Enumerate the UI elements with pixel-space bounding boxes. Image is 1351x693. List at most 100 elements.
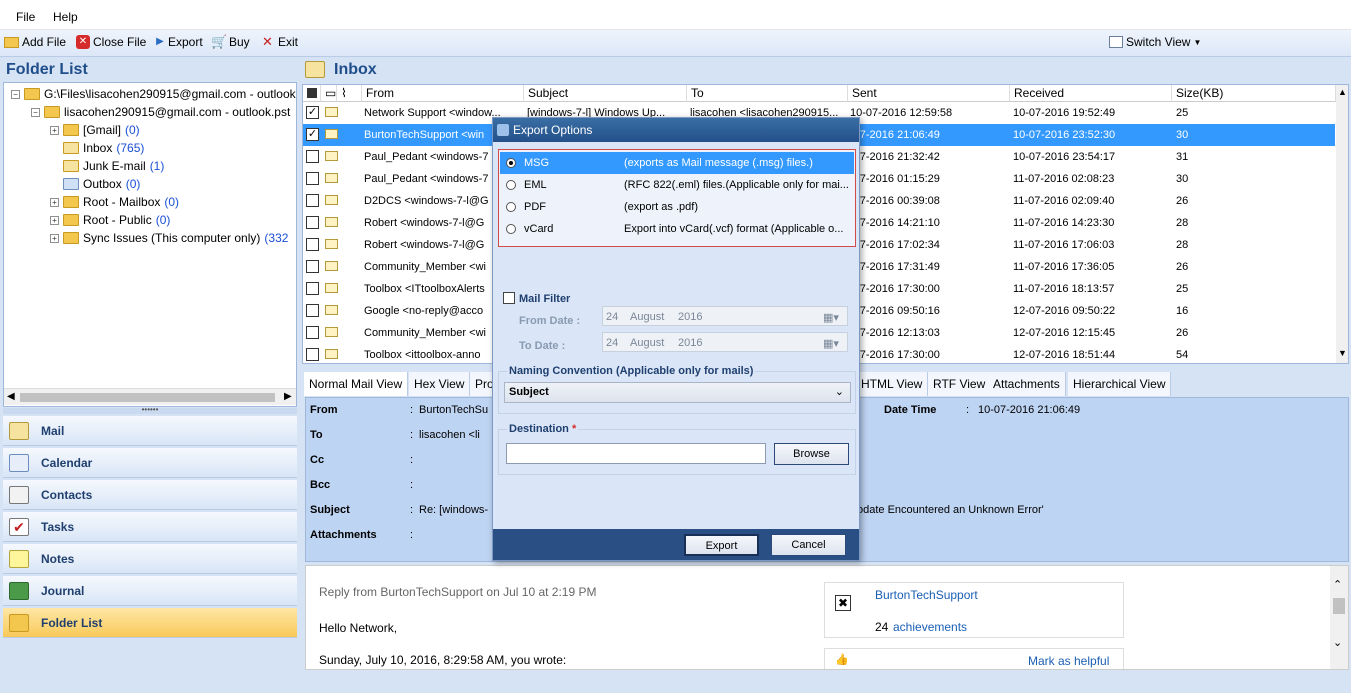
row-checkbox[interactable]	[306, 150, 319, 163]
tab-hierarchical-view[interactable]: Hierarchical View	[1068, 372, 1172, 396]
expand-icon[interactable]: +	[50, 233, 59, 243]
scroll-down-icon[interactable]: ⌄	[1333, 636, 1342, 649]
column-subject[interactable]: Subject	[524, 85, 687, 102]
collapse-icon[interactable]: −	[31, 107, 40, 117]
radio-button[interactable]	[506, 224, 516, 234]
helpful-bar: 👍 Mark as helpful	[824, 648, 1124, 669]
column-size[interactable]: Size(KB)	[1172, 85, 1336, 102]
checkbox-icon[interactable]	[307, 88, 317, 98]
author-link[interactable]: BurtonTechSupport	[875, 588, 978, 602]
export-dialog-button[interactable]: Export	[684, 534, 759, 556]
row-checkbox[interactable]	[306, 282, 319, 295]
row-checkbox[interactable]: ✓	[306, 106, 319, 119]
scroll-thumb[interactable]	[20, 393, 275, 402]
nav-mail[interactable]: Mail	[3, 416, 297, 446]
browse-button[interactable]: Browse	[774, 443, 849, 465]
menu-help[interactable]: Help	[53, 10, 78, 24]
tree-horizontal-scrollbar[interactable]: ◀ ▶	[4, 388, 296, 405]
achievements-link[interactable]: achievements	[893, 620, 967, 634]
tab-rtf-view[interactable]: RTF View	[928, 372, 992, 396]
row-checkbox[interactable]	[306, 238, 319, 251]
tree-item-junk[interactable]: Junk E-mail (1)	[63, 157, 164, 175]
preview-scrollbar[interactable]: ⌃ ⌄	[1330, 566, 1348, 669]
switch-view-button[interactable]: Switch View ▼	[1109, 35, 1201, 49]
format-option-msg[interactable]: MSG (exports as Mail message (.msg) file…	[500, 152, 854, 174]
tab-html-view[interactable]: HTML View	[856, 372, 929, 396]
thumbs-up-icon[interactable]: 👍	[835, 653, 849, 666]
chevron-down-icon[interactable]: ⌄	[835, 383, 844, 402]
expand-icon[interactable]: +	[50, 125, 59, 135]
nav-notes[interactable]: Notes	[3, 544, 297, 574]
from-date-picker[interactable]: 24 August 2016 ▦▾	[602, 306, 848, 326]
scroll-thumb[interactable]	[1333, 598, 1345, 614]
expand-icon[interactable]: +	[50, 215, 59, 225]
select-all-header[interactable]	[303, 85, 321, 102]
scroll-up-icon[interactable]: ▲	[1338, 87, 1347, 97]
calendar-dropdown-icon[interactable]: ▦▾	[823, 337, 839, 350]
attachment-header[interactable]: ⌇	[337, 85, 362, 102]
message-list-scrollbar[interactable]: ▲ ▼	[1336, 85, 1348, 363]
add-file-button[interactable]: Add File	[4, 35, 66, 49]
to-date-picker[interactable]: 24 August 2016 ▦▾	[602, 332, 848, 352]
column-from[interactable]: From	[362, 85, 524, 102]
envelope-icon	[325, 327, 338, 337]
format-option-vcard[interactable]: vCard Export into vCard(.vcf) format (Ap…	[500, 218, 854, 240]
export-button[interactable]: ▶ Export	[155, 35, 203, 49]
cell-sent: -07-2016 17:02:34	[850, 239, 940, 251]
row-checkbox[interactable]	[306, 260, 319, 273]
tree-account[interactable]: − lisacohen290915@gmail.com - outlook.ps…	[31, 103, 290, 121]
tree-item-outbox[interactable]: Outbox (0)	[63, 175, 140, 193]
tree-item-root-mailbox[interactable]: + Root - Mailbox (0)	[50, 193, 179, 211]
cancel-button[interactable]: Cancel	[771, 534, 846, 556]
tab-normal-mail-view[interactable]: Normal Mail View	[304, 372, 409, 396]
colon: :	[410, 529, 414, 541]
tasks-icon: ✔	[9, 517, 29, 536]
nav-calendar[interactable]: Calendar	[3, 448, 297, 478]
row-checkbox[interactable]: ✓	[306, 128, 319, 141]
nav-journal[interactable]: Journal	[3, 576, 297, 606]
row-checkbox[interactable]	[306, 216, 319, 229]
scroll-left-icon[interactable]: ◀	[7, 391, 15, 402]
format-option-pdf[interactable]: PDF (export as .pdf)	[500, 196, 854, 218]
mail-filter-checkbox[interactable]	[503, 292, 515, 304]
calendar-dropdown-icon[interactable]: ▦▾	[823, 311, 839, 324]
radio-button[interactable]	[506, 158, 516, 168]
tree-item-inbox[interactable]: Inbox (765)	[63, 139, 144, 157]
radio-button[interactable]	[506, 180, 516, 190]
tab-attachments[interactable]: Attachments	[988, 372, 1066, 396]
column-received[interactable]: Received	[1010, 85, 1172, 102]
tree-item-sync-issues[interactable]: + Sync Issues (This computer only) (332	[50, 229, 288, 247]
tree-item-gmail[interactable]: + [Gmail] (0)	[50, 121, 140, 139]
row-checkbox[interactable]	[306, 194, 319, 207]
exit-button[interactable]: ✕ Exit	[260, 35, 298, 50]
nav-folder-list[interactable]: Folder List	[3, 608, 297, 638]
column-to[interactable]: To	[687, 85, 848, 102]
scroll-right-icon[interactable]: ▶	[284, 391, 292, 402]
mark-helpful-link[interactable]: Mark as helpful	[1028, 654, 1109, 668]
type-header[interactable]: ▭	[321, 85, 337, 102]
row-checkbox[interactable]	[306, 326, 319, 339]
radio-button[interactable]	[506, 202, 516, 212]
tree-root[interactable]: − G:\Files\lisacohen290915@gmail.com - o…	[11, 85, 296, 103]
naming-convention-select[interactable]: Subject ⌄	[504, 382, 851, 403]
row-checkbox[interactable]	[306, 304, 319, 317]
scroll-down-icon[interactable]: ▼	[1338, 348, 1347, 358]
buy-button[interactable]: 🛒 Buy	[211, 35, 250, 50]
destination-input[interactable]	[506, 443, 766, 464]
tree-item-root-public[interactable]: + Root - Public (0)	[50, 211, 170, 229]
menu-file[interactable]: File	[16, 10, 35, 24]
row-checkbox[interactable]	[306, 348, 319, 361]
column-sent[interactable]: Sent	[848, 85, 1010, 102]
close-file-button[interactable]: ✕ Close File	[76, 35, 146, 49]
expand-icon[interactable]: +	[50, 197, 59, 207]
outbox-icon	[63, 178, 79, 190]
cell-sent: -07-2016 17:30:00	[850, 283, 940, 295]
tab-hex-view[interactable]: Hex View	[409, 372, 471, 396]
format-option-eml[interactable]: EML (RFC 822(.eml) files.(Applicable onl…	[500, 174, 854, 196]
scroll-up-icon[interactable]: ⌃	[1333, 578, 1342, 591]
nav-tasks[interactable]: ✔ Tasks	[3, 512, 297, 542]
row-checkbox[interactable]	[306, 172, 319, 185]
nav-contacts[interactable]: Contacts	[3, 480, 297, 510]
collapse-icon[interactable]: −	[11, 89, 20, 99]
panel-splitter[interactable]: ••••••	[3, 406, 297, 414]
